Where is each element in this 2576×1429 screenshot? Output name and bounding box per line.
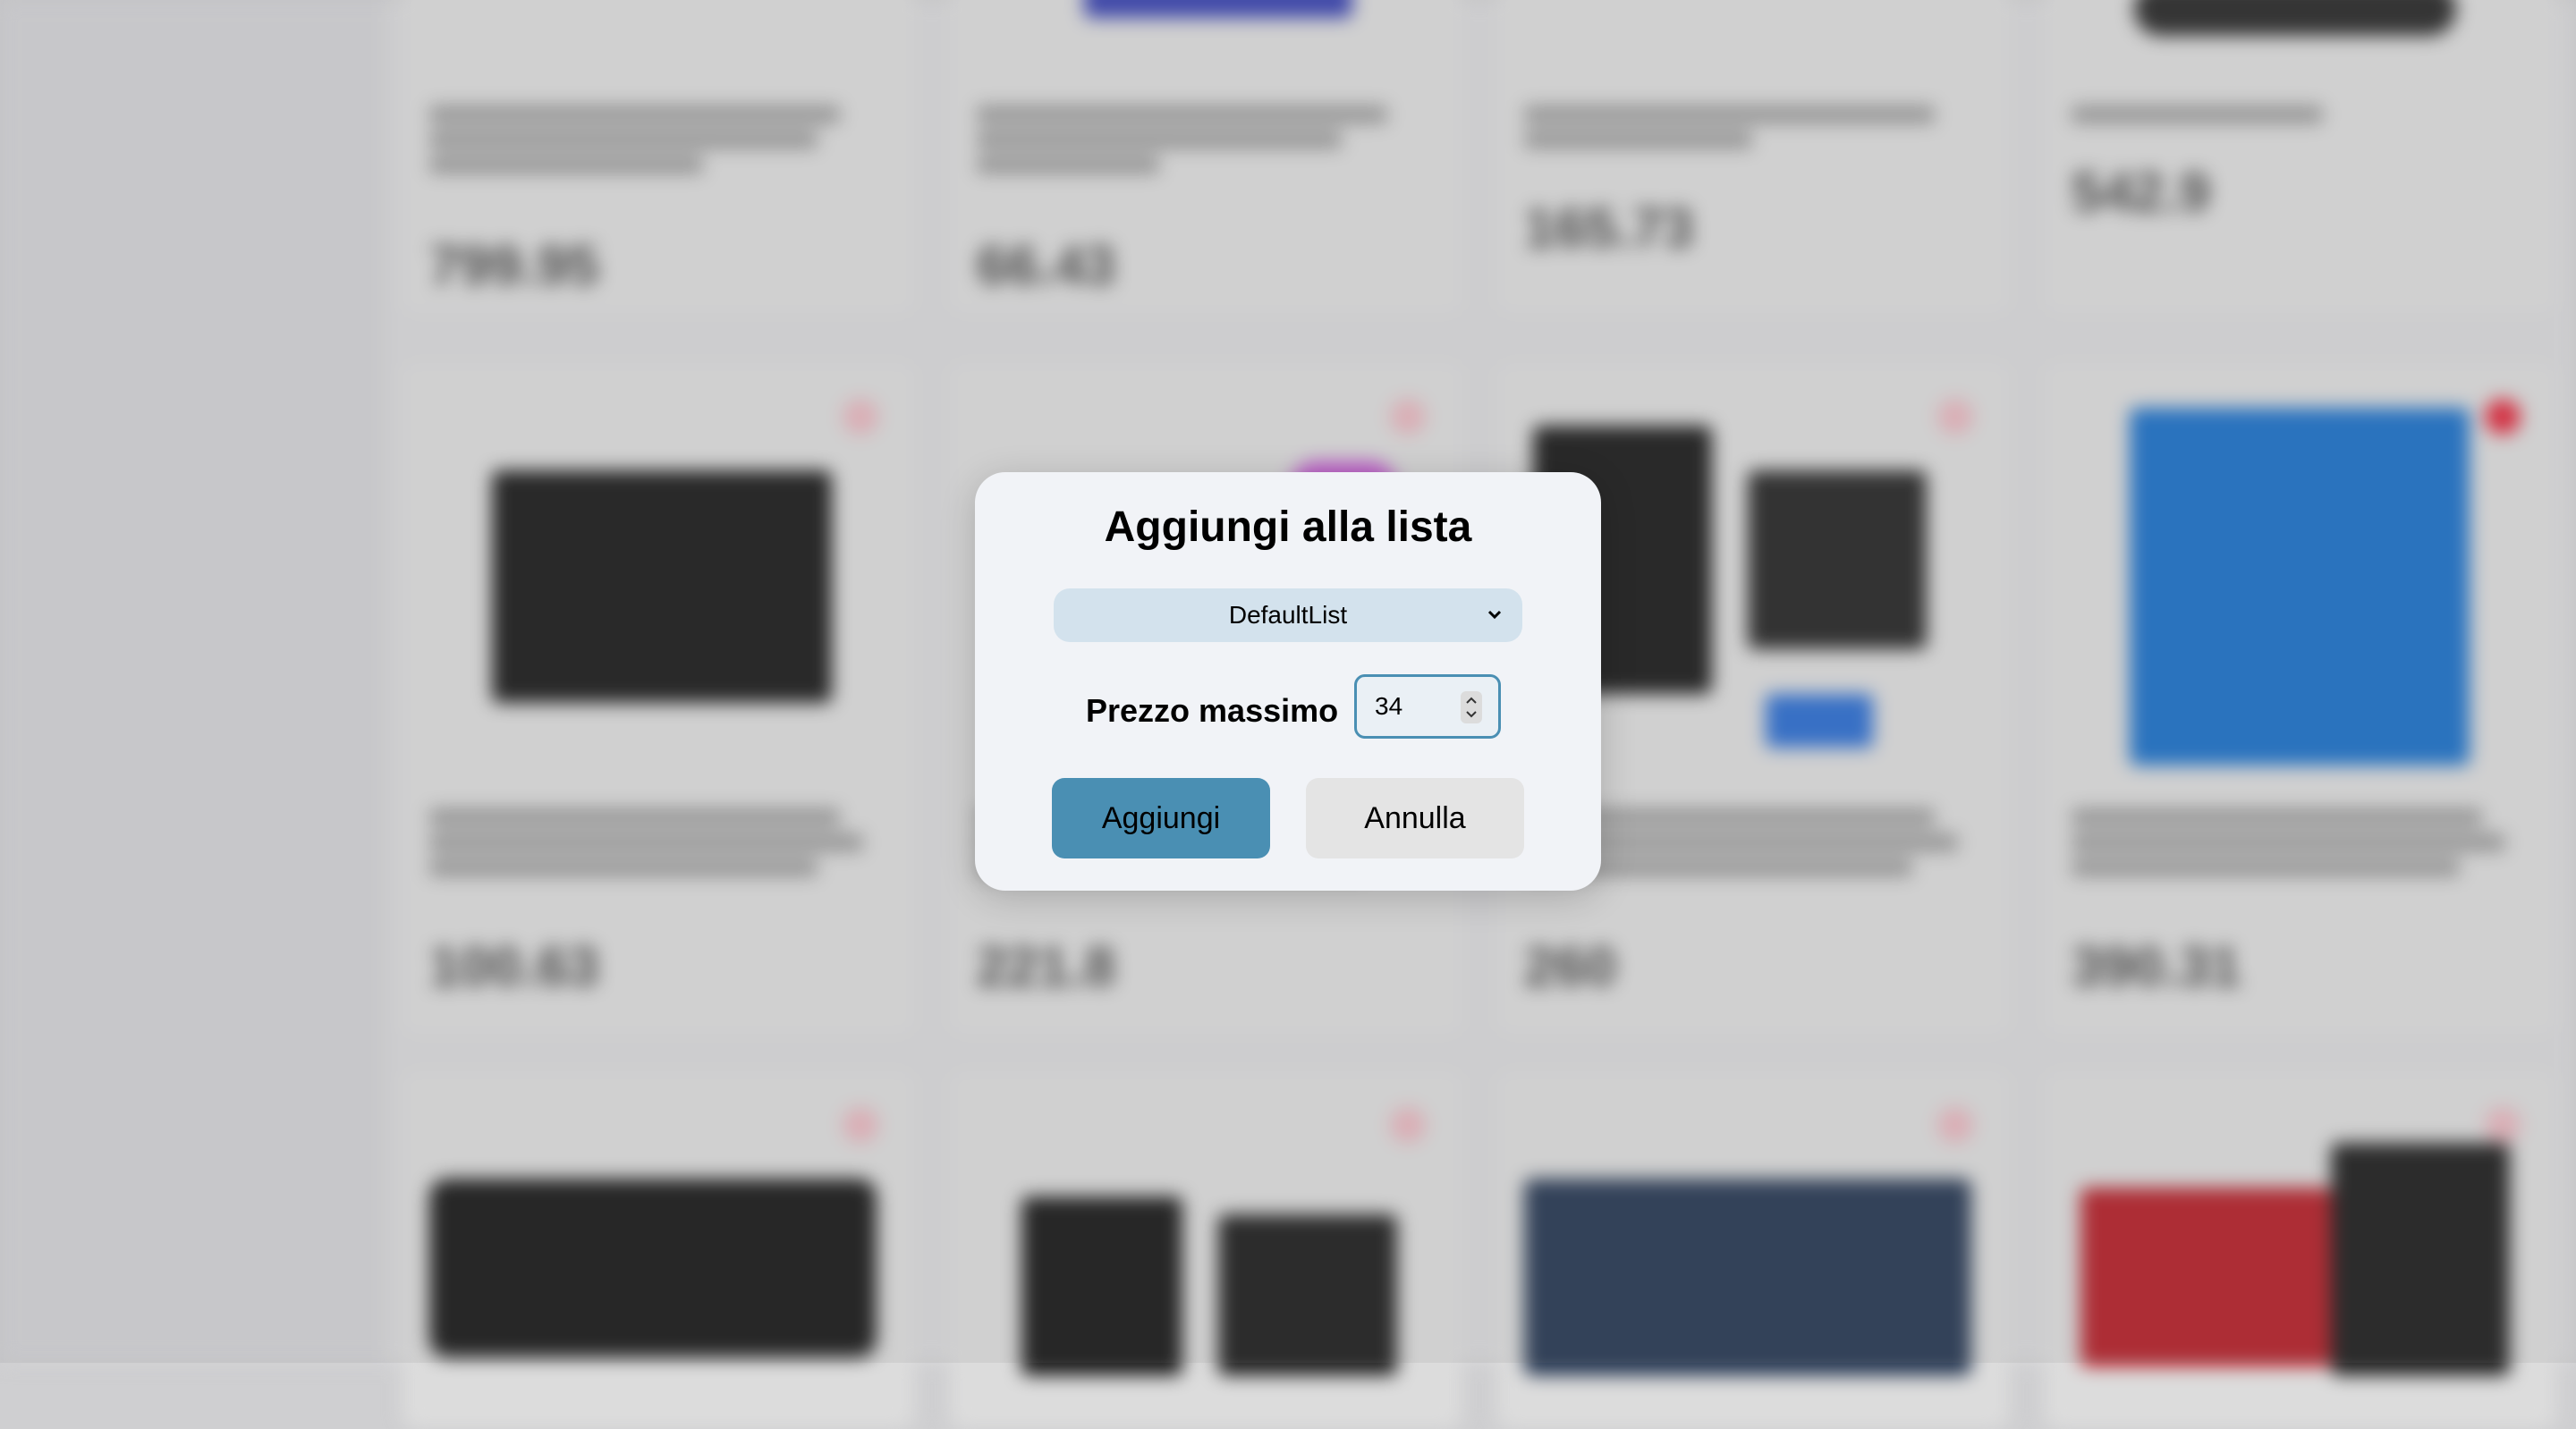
cancel-button[interactable]: Annulla — [1306, 778, 1524, 858]
chevron-down-icon — [1487, 603, 1503, 634]
max-price-label: Prezzo massimo — [1086, 692, 1339, 729]
number-stepper[interactable] — [1461, 691, 1482, 723]
list-select-value: DefaultList — [1228, 601, 1348, 629]
add-button[interactable]: Aggiungi — [1052, 778, 1270, 858]
max-price-value: 34 — [1375, 692, 1403, 720]
stepper-up-icon[interactable] — [1465, 693, 1478, 707]
dialog-title: Aggiungi alla lista — [1104, 503, 1472, 551]
list-select[interactable]: DefaultList — [1054, 588, 1522, 642]
add-to-list-dialog: Aggiungi alla lista DefaultList Prezzo m… — [975, 472, 1601, 891]
stepper-down-icon[interactable] — [1465, 707, 1478, 722]
max-price-input[interactable]: 34 — [1354, 674, 1501, 739]
